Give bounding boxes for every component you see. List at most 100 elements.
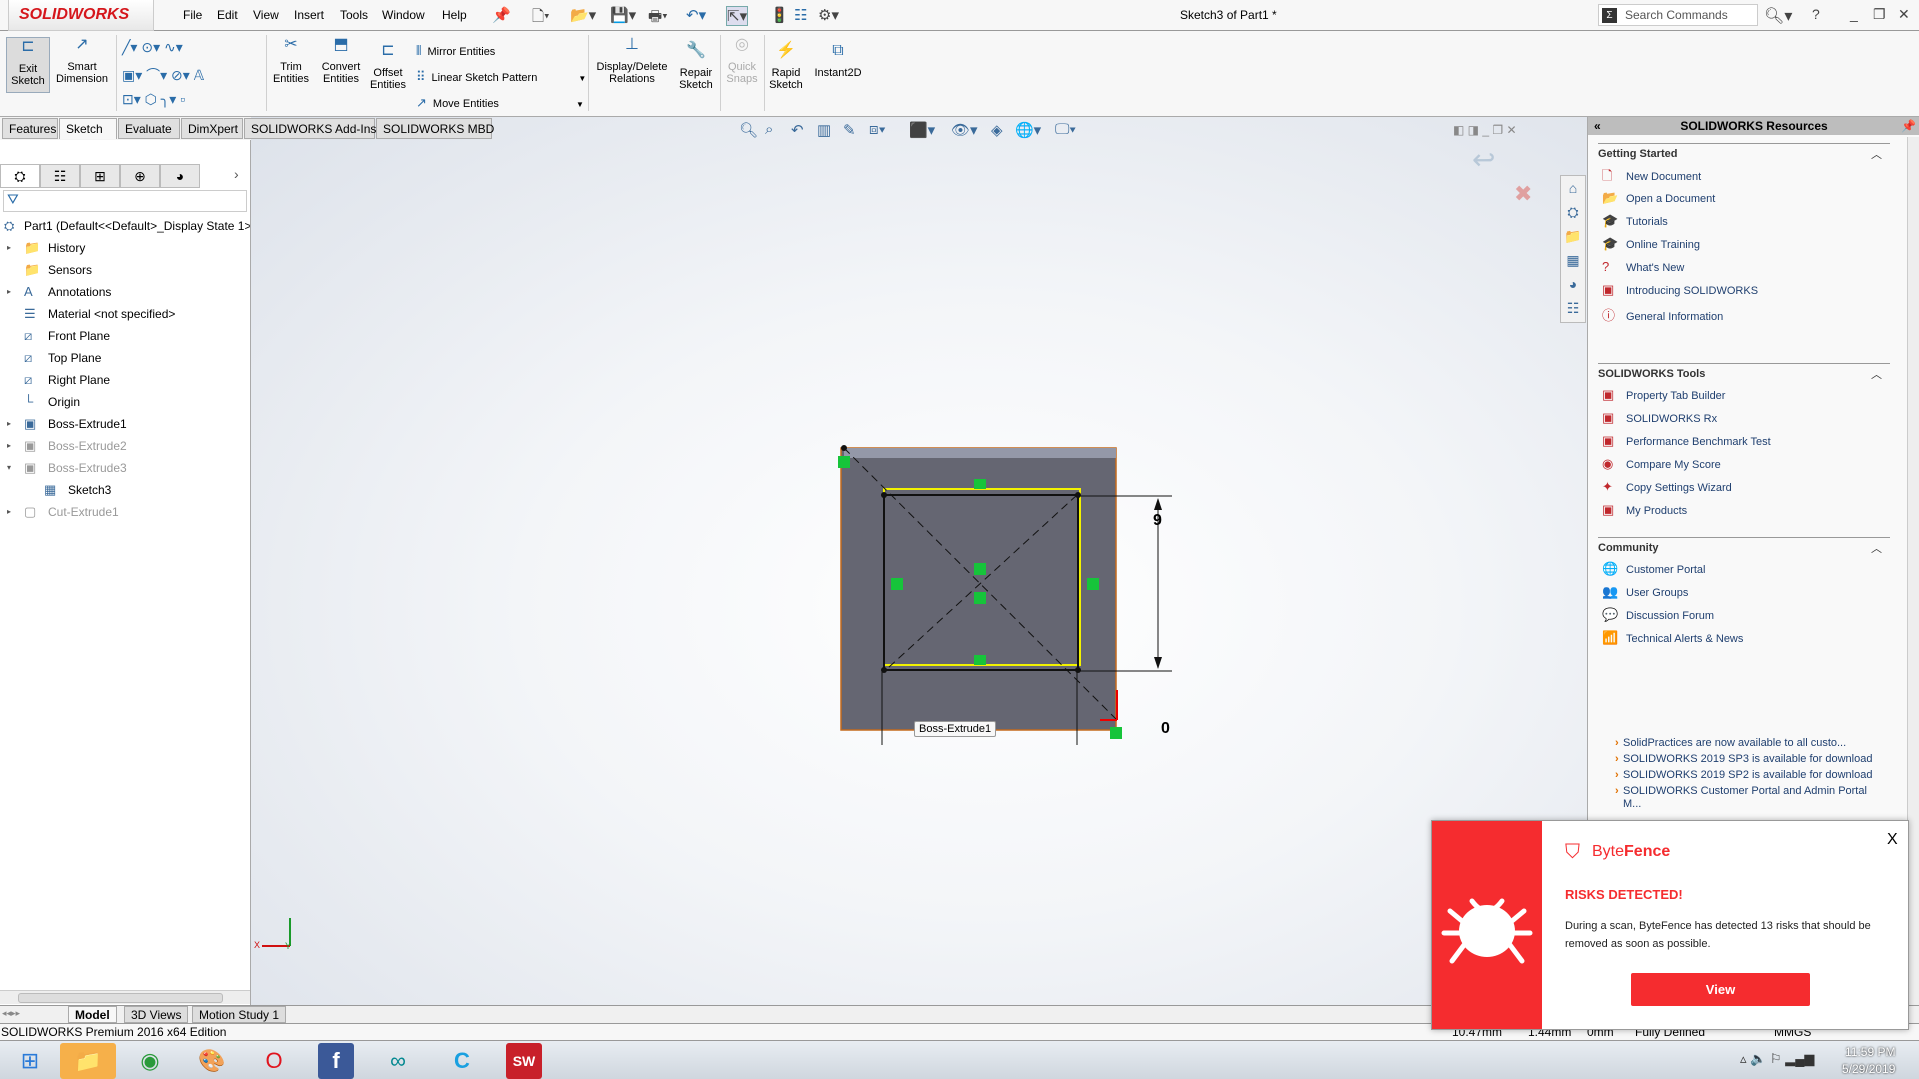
dynamic-annotation-icon[interactable]: ✎ bbox=[843, 121, 856, 139]
expand-arrow-icon[interactable]: ▸ bbox=[7, 281, 11, 303]
rapid-sketch-button[interactable]: ⚡ Rapid Sketch bbox=[766, 43, 806, 92]
resources-section-header[interactable]: Community ︿ bbox=[1598, 537, 1890, 555]
property-manager-tab-icon[interactable]: ☷ bbox=[40, 164, 80, 188]
tab-model[interactable]: Model bbox=[68, 1006, 117, 1023]
resource-link[interactable]: ▣ Introducing SOLIDWORKS bbox=[1602, 282, 1758, 298]
offset-entities-button[interactable]: ⊏ Offset Entities bbox=[368, 43, 408, 92]
facebook-taskbar-icon[interactable]: f bbox=[318, 1043, 354, 1079]
resource-link[interactable]: ✦ Copy Settings Wizard bbox=[1602, 479, 1732, 495]
clock-time[interactable]: 11:59 PM bbox=[1845, 1045, 1895, 1059]
resource-link[interactable]: 👥 User Groups bbox=[1602, 584, 1688, 600]
resource-link[interactable]: ▣ Property Tab Builder bbox=[1602, 387, 1725, 403]
resource-link[interactable]: 🎓 Online Training bbox=[1602, 236, 1700, 252]
c-app-taskbar-icon[interactable]: C bbox=[434, 1043, 490, 1079]
tree-item[interactable]: ▸ A Annotations bbox=[0, 281, 250, 303]
resources-section-header[interactable]: SOLIDWORKS Tools ︿ bbox=[1598, 363, 1890, 382]
linear-sketch-pattern-button[interactable]: ⠿ Linear Sketch Pattern ▼ bbox=[416, 69, 586, 85]
convert-entities-button[interactable]: ⬒ Convert Entities bbox=[316, 37, 366, 86]
start-button-icon[interactable]: ⊞ bbox=[2, 1043, 58, 1079]
tab-evaluate[interactable]: Evaluate bbox=[118, 118, 180, 139]
menu-insert[interactable]: Insert bbox=[294, 8, 324, 22]
sketch-canvas[interactable] bbox=[251, 117, 1587, 1005]
resource-link[interactable]: ◉ Compare My Score bbox=[1602, 456, 1721, 472]
solidworks-logo[interactable]: SOLIDWORKS bbox=[8, 0, 154, 31]
resource-link[interactable]: 🗋 New Document bbox=[1602, 167, 1701, 189]
expand-arrow-icon[interactable]: ▸ bbox=[7, 501, 11, 523]
chevron-up-icon[interactable]: ︿ bbox=[1871, 366, 1882, 382]
expand-arrow-icon[interactable]: ▾ bbox=[7, 457, 11, 479]
display-style-icon[interactable]: ⬛▾ bbox=[909, 121, 935, 139]
menu-tools[interactable]: Tools bbox=[340, 8, 368, 22]
restore-button[interactable]: ❐ bbox=[1873, 6, 1886, 23]
chrome-taskbar-icon[interactable]: ◉ bbox=[122, 1043, 178, 1079]
tab-sketch[interactable]: Sketch bbox=[59, 118, 117, 139]
tree-item[interactable]: ☰ Material <not specified> bbox=[0, 303, 250, 325]
file-properties-icon[interactable]: ☷ bbox=[794, 6, 807, 24]
news-link[interactable]: SOLIDWORKS 2019 SP3 is available for dow… bbox=[1615, 753, 1883, 766]
close-button[interactable]: ✕ bbox=[1898, 6, 1910, 23]
tree-root[interactable]: ⛭ Part1 (Default<<Default>_Display State … bbox=[0, 215, 250, 237]
resource-link[interactable]: 🎓 Tutorials bbox=[1602, 213, 1668, 229]
tab-features[interactable]: Features bbox=[2, 118, 58, 139]
menu-window[interactable]: Window bbox=[382, 8, 425, 22]
line-icon[interactable]: ╱▾ ⊙▾ ∿▾ bbox=[122, 39, 183, 56]
tree-item[interactable]: ▸ 📁 History bbox=[0, 237, 250, 259]
collapse-icon[interactable]: « bbox=[1594, 117, 1601, 135]
expand-arrow-icon[interactable]: ▸ bbox=[7, 435, 11, 457]
scene-icon[interactable]: 🌐▾ bbox=[1015, 121, 1041, 139]
resource-link[interactable]: ▣ My Products bbox=[1602, 502, 1687, 518]
repair-sketch-button[interactable]: 🔧 Repair Sketch bbox=[674, 43, 718, 92]
file-explorer-icon[interactable]: 📁 bbox=[1561, 224, 1585, 248]
menu-file[interactable]: File bbox=[183, 8, 202, 22]
feature-tree-tab-icon[interactable]: ⛭ bbox=[0, 164, 40, 188]
pin-icon[interactable]: 📌 bbox=[492, 6, 511, 24]
news-link[interactable]: SolidPractices are now available to all … bbox=[1615, 737, 1883, 750]
tree-item[interactable]: ▸ ▢ Cut-Extrude1 bbox=[0, 501, 250, 523]
undo-icon[interactable]: ↶▾ bbox=[686, 6, 706, 24]
resource-link[interactable]: ? What's New bbox=[1602, 259, 1684, 274]
previous-view-icon[interactable]: ↶ bbox=[791, 121, 804, 139]
display-delete-relations-button[interactable]: ⊥ Display/Delete Relations bbox=[592, 37, 672, 86]
expand-arrow-icon[interactable]: ▸ bbox=[7, 237, 11, 259]
dimension-value[interactable]: 9 bbox=[1153, 512, 1162, 530]
resource-link[interactable]: 🌐 Customer Portal bbox=[1602, 561, 1705, 577]
news-link[interactable]: SOLIDWORKS Customer Portal and Admin Por… bbox=[1615, 785, 1883, 811]
bottom-dimension-value[interactable]: 0 bbox=[1161, 720, 1170, 738]
menu-edit[interactable]: Edit bbox=[217, 8, 238, 22]
tab-3d-views[interactable]: 3D Views bbox=[124, 1006, 189, 1023]
expand-arrow-icon[interactable]: ▸ bbox=[7, 413, 11, 435]
display-manager-tab-icon[interactable]: ◕ bbox=[160, 164, 200, 188]
configuration-manager-tab-icon[interactable]: ⊞ bbox=[80, 164, 120, 188]
tree-item[interactable]: ▸ ▣ Boss-Extrude2 bbox=[0, 435, 250, 457]
tree-item[interactable]: └ Origin bbox=[0, 391, 250, 413]
menu-help[interactable]: Help bbox=[442, 8, 467, 22]
tree-item[interactable]: ▸ ▣ Boss-Extrude1 bbox=[0, 413, 250, 435]
help-button[interactable]: ? bbox=[1812, 6, 1820, 22]
tree-item[interactable]: ▾ ▣ Boss-Extrude3 bbox=[0, 457, 250, 479]
tab-addins[interactable]: SOLIDWORKS Add-Ins bbox=[244, 118, 376, 139]
chevron-up-icon[interactable]: ︿ bbox=[1871, 146, 1882, 162]
tree-item[interactable]: ⧄ Right Plane bbox=[0, 369, 250, 391]
trim-entities-button[interactable]: ✂ Trim Entities bbox=[268, 37, 314, 86]
clock-date[interactable]: 5/29/2019 bbox=[1842, 1062, 1895, 1076]
resource-link[interactable]: 📶 Technical Alerts & News bbox=[1602, 630, 1743, 646]
arduino-taskbar-icon[interactable]: ∞ bbox=[370, 1043, 426, 1079]
custom-properties-icon[interactable]: ☷ bbox=[1561, 296, 1585, 320]
open-icon[interactable]: 📂▾ bbox=[570, 6, 596, 24]
smart-dimension-button[interactable]: ↗ Smart Dimension bbox=[52, 37, 112, 86]
design-library-icon[interactable]: ⛭ bbox=[1561, 200, 1585, 224]
home-icon[interactable]: ⌂ bbox=[1561, 176, 1585, 200]
minimize-button[interactable]: _ bbox=[1850, 6, 1858, 22]
tab-dimxpert[interactable]: DimXpert bbox=[181, 118, 243, 139]
pin-icon[interactable]: 📌 bbox=[1901, 117, 1916, 135]
save-icon[interactable]: 💾▾ bbox=[610, 6, 636, 24]
popup-view-button[interactable]: View bbox=[1631, 973, 1810, 1006]
graphics-area[interactable]: 9 0 Boss-Extrude1 Y X 🔍︎ ⌕ ↶ ▥ ✎ ⧈▾ ⬛▾ 👁… bbox=[251, 117, 1587, 1005]
move-entities-button[interactable]: ↗ Move Entities ▼ bbox=[416, 95, 584, 111]
dimxpert-tab-icon[interactable]: ⊕ bbox=[120, 164, 160, 188]
rebuild-icon[interactable]: 🚦 bbox=[770, 6, 789, 24]
tab-mbd[interactable]: SOLIDWORKS MBD bbox=[376, 118, 494, 139]
menu-view[interactable]: View bbox=[253, 8, 279, 22]
select-icon[interactable]: ⇱▾ bbox=[726, 6, 749, 26]
appearances-icon[interactable]: ◕ bbox=[1561, 272, 1585, 296]
